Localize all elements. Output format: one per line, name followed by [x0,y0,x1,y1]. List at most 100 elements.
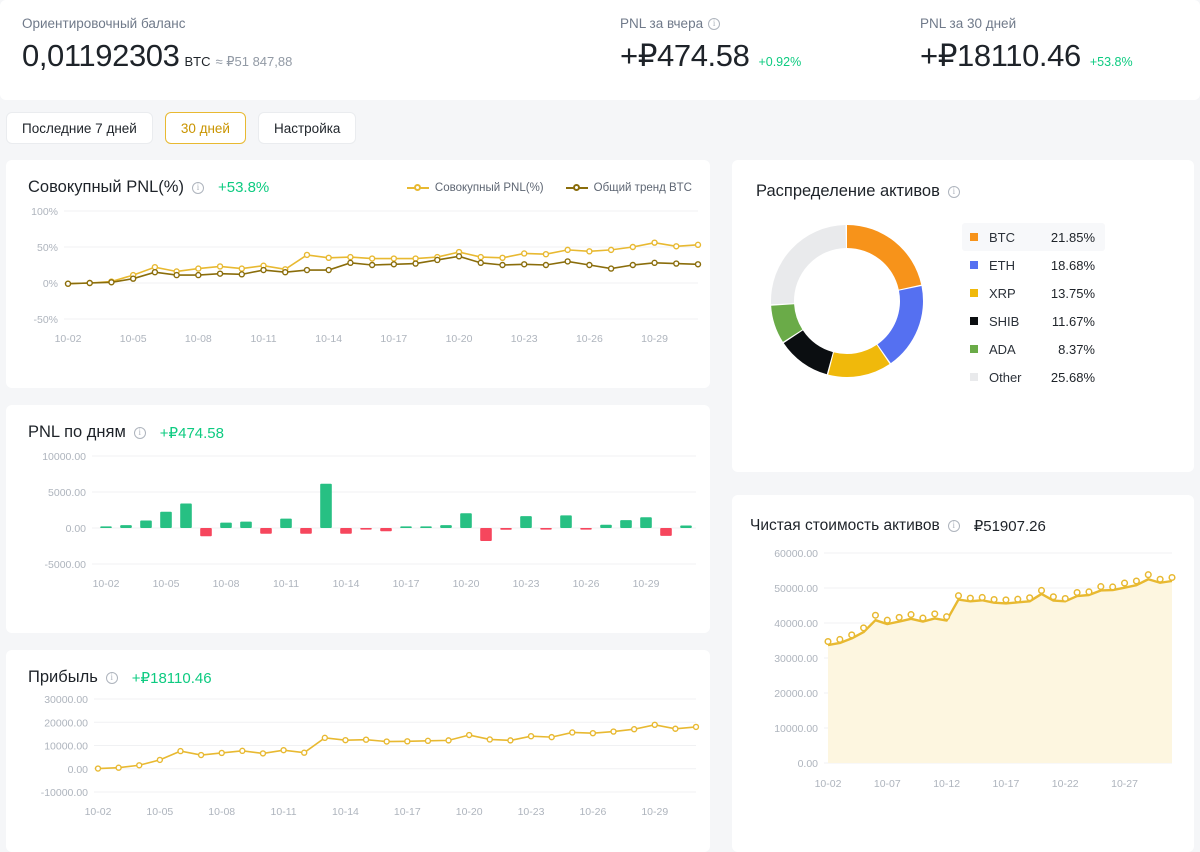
data-point [424,737,432,745]
data-point [108,279,115,286]
axis-tick-label: 20000.00 [44,717,88,729]
profit-delta: +₽18110.46 [131,669,212,687]
bar [320,483,332,528]
pnl-month-value: +₽18110.46 [920,38,1081,73]
info-icon[interactable] [191,181,204,194]
axis-tick-label: 10-14 [315,333,342,345]
legend-asset-name: ADA [989,341,1016,357]
data-point [342,736,349,744]
data-point [1144,571,1152,579]
legend-row-ada[interactable]: ADA 8.37% [962,335,1105,363]
legend-row-btc[interactable]: BTC 21.85% [962,223,1105,251]
data-point [280,746,287,754]
legend-marker-icon [565,183,588,193]
legend-row-shib[interactable]: SHIB 11.67% [962,307,1105,335]
data-point [151,268,159,276]
bar [100,526,112,528]
data-point [673,243,680,250]
legend-item-cumulative-pnl[interactable]: Совокупный PNL(%) [406,182,544,194]
asset-distribution-legend: BTC 21.85% ETH 18.68% XRP 13.75% SHIB 11.67% ADA… [962,223,1105,391]
data-point [486,736,493,743]
data-point [347,259,354,267]
bar [360,528,372,530]
data-point [990,596,998,604]
data-point [115,764,122,771]
cumulative-pnl-delta: +53.8% [217,179,270,196]
data-point [564,246,571,254]
axis-tick-label: 20000.00 [774,688,818,700]
bar [600,524,612,528]
axis-tick-label: -5000.00 [45,559,87,571]
info-icon[interactable] [947,519,960,532]
asset-distribution-title: Распределение активов [756,182,940,200]
filter-30-days[interactable]: 30 дней [164,112,246,144]
info-icon[interactable] [105,671,118,684]
bar [200,528,212,537]
data-point [321,734,329,742]
pnl-month-block: PNL за 30 дней +₽18110.46 +53.8% [920,0,1200,74]
data-point [871,611,879,619]
data-point [907,611,915,619]
donut-segment-xrp[interactable] [828,344,890,377]
profit-header: Прибыль +₽18110.46 [28,668,212,687]
info-icon[interactable] [133,426,146,439]
axis-tick-label: 50% [37,242,58,254]
data-point [548,733,555,741]
profit-card: Прибыль +₽18110.46 -10000.00 0.00 10000.00… [6,650,710,852]
axis-tick-label: 10000.00 [774,723,818,735]
profit-chart: -10000.00 0.00 10000.00 20000.00 30000.00 10-… [41,694,700,818]
donut-segment-shib[interactable] [783,330,833,375]
axis-tick-label: 30000.00 [44,694,88,706]
data-point [195,271,202,279]
bar [120,525,132,528]
bar [140,520,152,528]
net-asset-value-chart: 0.00 10000.00 20000.00 30000.00 40000.00 5000… [774,548,1176,790]
data-point [404,738,411,745]
axis-tick-label: 10-23 [518,806,545,818]
legend-row-eth[interactable]: ETH 18.68% [962,251,1105,279]
axis-tick-label: 10-17 [394,806,421,818]
data-point [651,721,658,729]
bar [640,517,652,528]
daily-pnl-title: PNL по дням [28,423,126,441]
filter-last-7-days[interactable]: Последние 7 дней [6,112,153,144]
donut-segment-eth[interactable] [877,286,923,364]
axis-tick-label: 10-11 [273,578,299,590]
axis-tick-label: 10-02 [85,806,112,818]
data-point [362,736,370,743]
data-point [651,239,658,246]
data-point [673,260,680,267]
legend-row-other[interactable]: Other 25.68% [962,363,1105,391]
axis-tick-label: 10-29 [641,806,668,818]
data-point [1026,594,1034,602]
bar [480,528,492,541]
data-point [521,261,528,268]
legend-asset-name: BTC [989,229,1015,245]
donut-segment-other[interactable] [771,225,846,305]
axis-tick-label: 10-26 [576,333,603,345]
data-point [239,747,246,755]
bar [540,528,552,530]
legend-item-btc-trend[interactable]: Общий тренд BTC [565,182,692,194]
axis-tick-label: 10-23 [513,578,540,590]
axis-tick-label: 10-02 [815,778,842,790]
data-point [895,613,903,621]
legend-row-xrp[interactable]: XRP 13.75% [962,279,1105,307]
info-icon[interactable] [708,17,721,30]
data-point [629,261,637,269]
axis-tick-label: 10-17 [393,578,420,590]
balance-approx-fiat: ≈ ₽51 847,88 [215,54,293,69]
data-point [477,253,484,261]
net-asset-value-card: Чистая стоимость активов ₽51907.26 0.00 1… [732,495,1194,852]
filter-custom[interactable]: Настройка [257,112,357,144]
data-point [383,738,390,745]
data-point [694,241,702,249]
axis-tick-label: 10-08 [213,578,240,590]
data-point [527,733,535,740]
data-point [282,268,289,276]
cumulative-pnl-legend: Совокупный PNL(%) Общий тренд BTC [406,182,692,194]
donut-segment-btc[interactable] [847,225,922,290]
data-point [259,750,267,757]
info-icon[interactable] [947,185,960,198]
data-point [694,261,702,268]
